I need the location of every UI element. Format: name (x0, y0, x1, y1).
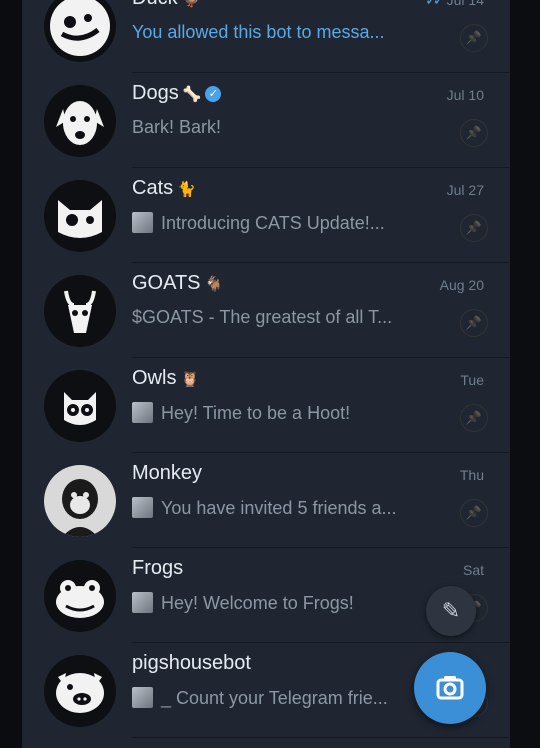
pin-icon[interactable]: 📌 (460, 119, 488, 147)
chat-preview: Introducing CATS Update!... (132, 212, 432, 234)
pencil-icon: ✎ (441, 598, 461, 623)
chat-preview-text: Introducing CATS Update!... (161, 213, 385, 233)
chat-name-text: Dogs (132, 82, 179, 104)
chat-preview: Hey! Time to be a Hoot! (132, 402, 432, 424)
chat-preview-text: Bark! Bark! (132, 117, 222, 137)
chat-date: Jul 10 (447, 87, 484, 103)
chat-date-text: Jul 10 (446, 87, 484, 103)
chat-preview-text: $GOATS - The greatest of all T... (132, 307, 393, 327)
chat-date-text: Thu (459, 467, 484, 483)
media-thumbnail (132, 402, 153, 423)
phone-bezel-right (510, 0, 540, 748)
pin-icon[interactable]: 📌 (460, 499, 488, 527)
owl-avatar-icon (44, 370, 116, 442)
chat-preview-text: _ Count your Telegram frie... (161, 688, 388, 708)
chat-name-text: Frogs (132, 557, 184, 579)
cat-avatar-icon (44, 180, 116, 252)
chat-name-text: Owls (132, 367, 177, 389)
chat-row-monkey[interactable]: Monkey Thu You have invited 5 friends a...… (22, 453, 510, 548)
chat-name-text: GOATS (132, 272, 201, 294)
chat-preview: You allowed this bot to messa... (132, 22, 432, 43)
chat-date-text: Jul 27 (446, 182, 484, 198)
chat-preview-text: Hey! Time to be a Hoot! (161, 403, 351, 423)
compose-button[interactable]: ✎ (426, 586, 476, 636)
chat-name-text: Monkey (132, 462, 203, 484)
chat-name: Dogs 🦴 ✓ (132, 82, 222, 105)
chat-name: GOATS 🐐 (132, 272, 223, 295)
chat-date: ✓✓ Jul 14 (425, 0, 484, 9)
chat-name: Frogs (132, 557, 183, 580)
chat-name-text: pigshousebot (132, 652, 251, 674)
chat-row-cats[interactable]: Cats 🐈 Jul 27 Introducing CATS Update!... 📌 (22, 168, 510, 263)
chat-row-goats[interactable]: GOATS 🐐 Aug 20 $GOATS - The greatest of all… (22, 263, 510, 358)
chat-preview: $GOATS - The greatest of all T... (132, 307, 432, 328)
media-thumbnail (132, 497, 153, 518)
chat-name: Monkey (132, 462, 202, 485)
chat-name-text: Cats (132, 177, 174, 199)
camera-icon (436, 676, 464, 700)
chat-preview: _ Count your Telegram frie... (132, 687, 432, 709)
row-divider (132, 737, 510, 738)
chat-name: Duck 🦆 (132, 0, 200, 10)
chat-name-text: Duck (132, 0, 178, 9)
duck-avatar-icon (44, 0, 116, 62)
pin-icon[interactable]: 📌 (460, 404, 488, 432)
chat-date: Tue (460, 372, 484, 388)
chat-preview: Bark! Bark! (132, 117, 432, 138)
frog-avatar-icon (44, 560, 116, 632)
chat-name-emoji: 🦆 (182, 0, 201, 8)
chat-row-dogs[interactable]: Dogs 🦴 ✓ Jul 10 Bark! Bark! 📌 (22, 73, 510, 168)
chat-date-text: Tue (460, 372, 484, 388)
chat-date: Aug 20 (440, 277, 484, 293)
pin-icon[interactable]: 📌 (460, 24, 488, 52)
chat-name-emoji: 🦉 (180, 371, 200, 388)
media-thumbnail (132, 687, 153, 708)
chat-preview: You have invited 5 friends a... (132, 497, 432, 519)
verified-badge-icon: ✓ (205, 86, 222, 102)
media-thumbnail (132, 212, 153, 233)
goat-avatar-icon (44, 275, 116, 347)
pig-avatar-icon (44, 655, 116, 727)
pin-icon[interactable]: 📌 (460, 309, 488, 337)
chat-preview: Hey! Welcome to Frogs! (132, 592, 432, 614)
chat-date: Jul 27 (447, 182, 484, 198)
chat-date: Thu (460, 467, 484, 483)
chat-date-text: Sat (462, 562, 484, 578)
dog-avatar-icon (44, 85, 116, 157)
media-thumbnail (132, 592, 153, 613)
chat-row-duck[interactable]: Duck 🦆 ✓✓Jul 14 You allowed this bot to mes… (22, 0, 510, 73)
pin-icon[interactable]: 📌 (460, 214, 488, 242)
chat-name-emoji: 🦴 (182, 86, 202, 103)
chat-date-text: Aug 20 (439, 277, 484, 293)
double-check-icon: ✓✓ (425, 0, 445, 8)
chat-date-text: Jul 14 (446, 0, 484, 8)
chat-name: Owls 🦉 (132, 367, 199, 390)
chat-row-owls[interactable]: Owls 🦉 Tue Hey! Time to be a Hoot! 📌 (22, 358, 510, 453)
chat-name: pigshousebot (132, 652, 251, 675)
chat-preview-text: You have invited 5 friends a... (161, 498, 397, 518)
chat-list-screen: Duck 🦆 ✓✓Jul 14 You allowed this bot to mes… (22, 0, 510, 748)
chat-preview-text: You allowed this bot to messa... (132, 22, 385, 42)
chat-name: Cats 🐈 (132, 177, 196, 200)
chat-name-emoji: 🐐 (204, 276, 224, 293)
phone-bezel-left (0, 0, 22, 748)
chat-date: Sat (463, 562, 484, 578)
chat-preview-text: Hey! Welcome to Frogs! (161, 593, 354, 613)
chat-name-emoji: 🐈 (177, 181, 196, 198)
camera-button[interactable] (414, 652, 486, 724)
monkey-avatar-icon (44, 465, 116, 537)
